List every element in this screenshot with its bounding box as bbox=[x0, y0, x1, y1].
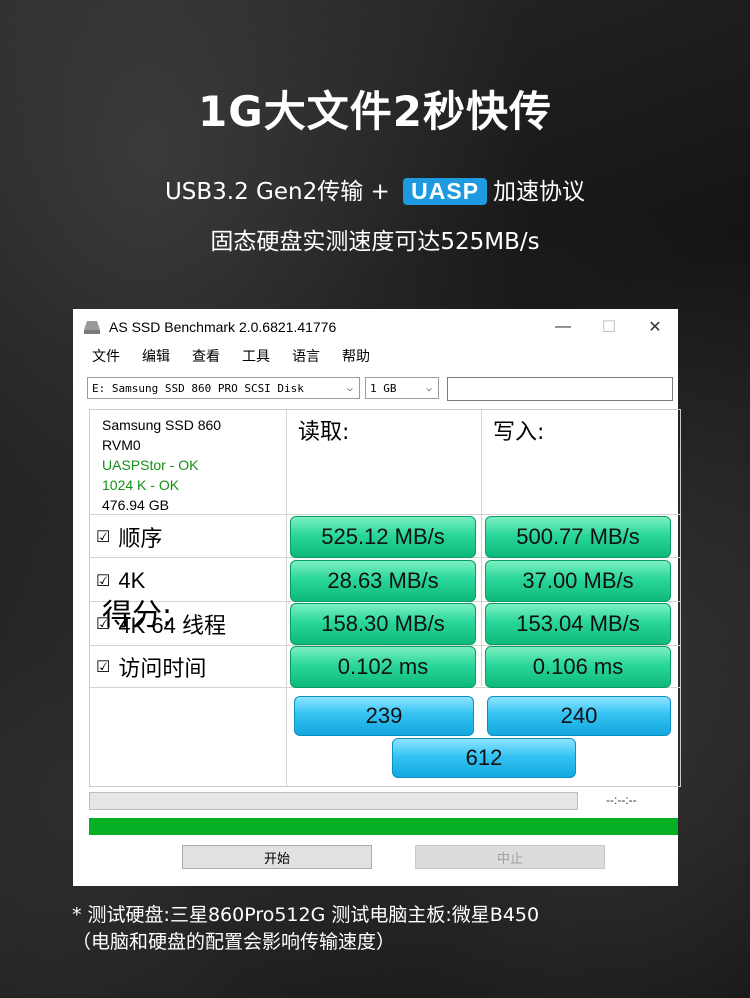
driver-status: UASPStor - OK bbox=[102, 457, 199, 473]
chevron-down-icon: ⌵ bbox=[346, 382, 354, 394]
subtitle-protocol: USB3.2 Gen2传输 + UASP 加速协议 bbox=[0, 172, 750, 206]
test-note-line2: （电脑和硬盘的配置会影响传输速度） bbox=[72, 931, 396, 953]
checkbox-checked-icon[interactable]: ☑ bbox=[96, 571, 110, 591]
stop-button[interactable]: 中止 bbox=[415, 845, 605, 869]
checkbox-checked-icon[interactable]: ☑ bbox=[96, 527, 110, 547]
close-button[interactable]: ✕ bbox=[632, 317, 678, 337]
4k-read-result: 28.63 MB/s bbox=[290, 560, 476, 602]
start-button[interactable]: 开始 bbox=[182, 845, 372, 869]
menu-file[interactable]: 文件 bbox=[92, 346, 120, 366]
row-seq-label[interactable]: ☑ 顺序 bbox=[96, 518, 162, 556]
menu-tools[interactable]: 工具 bbox=[242, 346, 270, 366]
access-write-result: 0.106 ms bbox=[485, 646, 671, 688]
score-label: 得分: bbox=[102, 598, 173, 633]
menu-language[interactable]: 语言 bbox=[292, 346, 320, 366]
size-select[interactable]: 1 GB ⌵ bbox=[365, 377, 439, 399]
drive-select-value: E: Samsung SSD 860 PRO SCSI Disk bbox=[92, 381, 304, 395]
4k-write-result: 37.00 MB/s bbox=[485, 560, 671, 602]
subtitle-speed: 固态硬盘实测速度可达525MB/s bbox=[210, 229, 540, 255]
menu-help[interactable]: 帮助 bbox=[342, 346, 370, 366]
seq-write-result: 500.77 MB/s bbox=[485, 516, 671, 558]
minimize-button[interactable]: — bbox=[540, 318, 586, 336]
test-note: * 测试硬盘:三星860Pro512G 测试电脑主板:微星B450 （电脑和硬盘… bbox=[72, 902, 539, 956]
read-header: 读取: bbox=[298, 420, 350, 445]
toolbar: E: Samsung SSD 860 PRO SCSI Disk ⌵ 1 GB … bbox=[87, 377, 673, 401]
write-header: 写入: bbox=[493, 420, 545, 445]
results-panel: Samsung SSD 860 RVM0 UASPStor - OK 1024 … bbox=[89, 409, 681, 787]
notes-input[interactable] bbox=[447, 377, 673, 401]
4k64-read-result: 158.30 MB/s bbox=[290, 603, 476, 645]
test-note-line1: * 测试硬盘:三星860Pro512G 测试电脑主板:微星B450 bbox=[72, 904, 540, 926]
access-read-result: 0.102 ms bbox=[290, 646, 476, 688]
chevron-down-icon: ⌵ bbox=[425, 382, 433, 394]
uasp-badge: UASP bbox=[403, 178, 488, 205]
divider bbox=[286, 410, 287, 786]
menu-edit[interactable]: 编辑 bbox=[142, 346, 170, 366]
progress-bar-complete bbox=[89, 818, 678, 835]
subtitle-usb: USB3.2 Gen2传输 + bbox=[164, 179, 398, 205]
seq-read-result: 525.12 MB/s bbox=[290, 516, 476, 558]
subtitle-accel: 加速协议 bbox=[493, 179, 586, 205]
drive-select[interactable]: E: Samsung SSD 860 PRO SCSI Disk ⌵ bbox=[87, 377, 360, 399]
4k64-write-result: 153.04 MB/s bbox=[485, 603, 671, 645]
elapsed-time: --:--:-- bbox=[606, 793, 637, 807]
disk-icon bbox=[84, 321, 100, 334]
score-write: 240 bbox=[487, 696, 671, 736]
progress-bar-test bbox=[89, 792, 578, 810]
menu-bar: 文件 编辑 查看 工具 语言 帮助 bbox=[73, 345, 678, 367]
window-title: AS SSD Benchmark 2.0.6821.41776 bbox=[109, 319, 337, 335]
row-access-label[interactable]: ☑ 访问时间 bbox=[96, 648, 206, 686]
size-select-value: 1 GB bbox=[370, 381, 397, 395]
headline: 1G大文件2秒快传 bbox=[198, 87, 552, 136]
drive-info: Samsung SSD 860 RVM0 UASPStor - OK 1024 … bbox=[102, 415, 221, 515]
title-bar[interactable]: AS SSD Benchmark 2.0.6821.41776 — ☐ ✕ bbox=[73, 309, 678, 345]
score-total: 612 bbox=[392, 738, 576, 778]
score-read: 239 bbox=[294, 696, 474, 736]
checkbox-checked-icon[interactable]: ☑ bbox=[96, 657, 110, 677]
drive-capacity: 476.94 GB bbox=[102, 497, 169, 513]
alignment-status: 1024 K - OK bbox=[102, 477, 180, 493]
drive-model: Samsung SSD 860 bbox=[102, 417, 222, 433]
as-ssd-window: AS SSD Benchmark 2.0.6821.41776 — ☐ ✕ 文件… bbox=[73, 309, 681, 886]
maximize-button[interactable]: ☐ bbox=[586, 317, 632, 337]
drive-firmware: RVM0 bbox=[102, 437, 141, 453]
menu-view[interactable]: 查看 bbox=[192, 346, 220, 366]
